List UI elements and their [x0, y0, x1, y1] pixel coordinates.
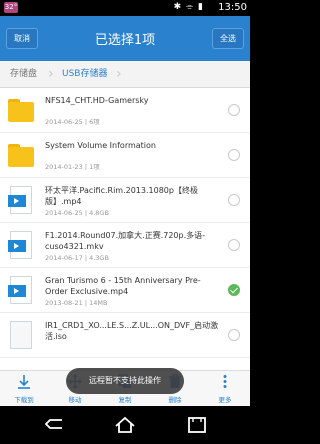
folder-icon: [8, 96, 34, 124]
notification-badge: 32°: [4, 2, 18, 13]
select-checkbox[interactable]: [228, 104, 240, 116]
breadcrumb: 存储盘 › USB存储器 ›: [0, 61, 250, 88]
more-label: 更多: [218, 396, 232, 404]
chevron-right-icon: ›: [48, 66, 54, 82]
file-name: IR1_CRD1_XO...LE.S...Z.UL...ON_DVF_启动激活.…: [45, 321, 219, 341]
system-status-icons: ✱ ⌯ ▮: [173, 2, 204, 12]
download-icon: [18, 375, 30, 389]
file-name: System Volume Information: [45, 141, 156, 150]
list-item[interactable]: Gran Turismo 6 - 15th Anniversary Pre-Or…: [0, 268, 250, 313]
list-item[interactable]: IR1_CRD1_XO...LE.S...Z.UL...ON_DVF_启动激活.…: [0, 313, 250, 358]
breadcrumb-item-storage[interactable]: 存储盘: [10, 61, 37, 88]
select-checkbox[interactable]: [228, 239, 240, 251]
file-list: NFS14_CHT.HD-Gamersky 2014-06-25 | 6项 Sy…: [0, 88, 250, 370]
folder-icon: [8, 141, 34, 169]
file-meta: 2013-08-21 | 14MB: [45, 299, 108, 307]
clock: 13:50: [218, 2, 247, 13]
video-file-icon: [8, 231, 34, 259]
system-nav-bar: [0, 406, 250, 444]
select-checkbox[interactable]: [228, 149, 240, 161]
file-meta: 2014-06-17 | 4.3GB: [45, 254, 109, 262]
download-to-button[interactable]: 下载到: [4, 371, 44, 407]
download-to-label: 下载到: [14, 396, 34, 404]
move-label: 移动: [68, 396, 82, 404]
file-meta: 2014-01-23 | 1项: [45, 163, 100, 171]
list-item[interactable]: F1.2014.Round07.加拿大.正赛.720p.多语-cuso4321.…: [0, 223, 250, 268]
select-checkbox-checked[interactable]: [228, 284, 240, 296]
chevron-right-icon: ›: [116, 66, 122, 82]
breadcrumb-item-usb[interactable]: USB存储器: [62, 61, 107, 88]
more-vertical-icon: [223, 375, 227, 388]
status-bar: 32° ✱ ⌯ ▮ 13:50: [0, 0, 250, 16]
video-file-icon: [8, 186, 34, 214]
select-checkbox[interactable]: [228, 194, 240, 206]
file-name: F1.2014.Round07.加拿大.正赛.720p.多语-cuso4321.…: [45, 231, 206, 251]
list-item[interactable]: 环太平洋.Pacific.Rim.2013.1080p【终极版】.mp4 201…: [0, 178, 250, 223]
back-icon[interactable]: [42, 414, 66, 436]
file-meta: 2014-06-25 | 4.8GB: [45, 209, 109, 217]
file-name: NFS14_CHT.HD-Gamersky: [45, 96, 149, 105]
list-item[interactable]: System Volume Information 2014-01-23 | 1…: [0, 133, 250, 178]
select-all-button[interactable]: 全选: [212, 28, 244, 49]
file-name: 环太平洋.Pacific.Rim.2013.1080p【终极版】.mp4: [45, 186, 198, 206]
more-button[interactable]: 更多: [205, 371, 245, 407]
file-name: Gran Turismo 6 - 15th Anniversary Pre-Or…: [45, 276, 201, 296]
video-file-icon: [8, 276, 34, 304]
copy-label: 复制: [118, 396, 132, 404]
list-item[interactable]: NFS14_CHT.HD-Gamersky 2014-06-25 | 6项: [0, 88, 250, 133]
document-file-icon: [8, 321, 34, 349]
home-icon[interactable]: [113, 414, 137, 436]
recent-apps-icon[interactable]: [185, 414, 209, 436]
delete-label: 删除: [168, 396, 182, 404]
file-meta: 2014-06-25 | 6项: [45, 118, 100, 126]
select-checkbox[interactable]: [228, 329, 240, 341]
app-bar: 取消 已选择1项 全选: [0, 16, 250, 61]
toast-message: 远程暂不支持此操作: [66, 368, 184, 394]
